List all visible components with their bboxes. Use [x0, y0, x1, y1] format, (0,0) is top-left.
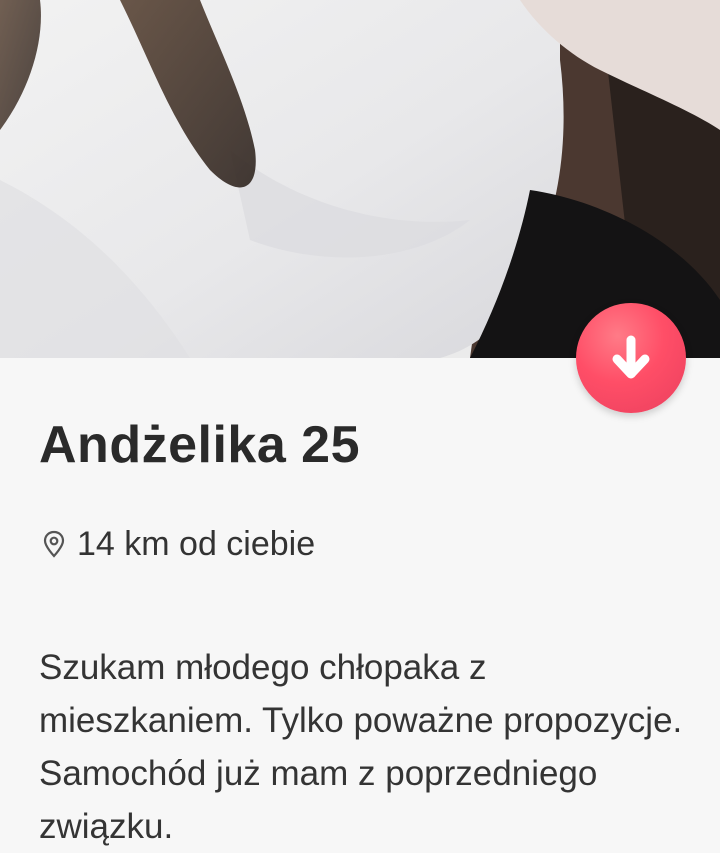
- profile-photo[interactable]: [0, 0, 720, 358]
- distance-row: 14 km od ciebie: [39, 518, 315, 570]
- profile-bio: Szukam młodego chłopaka z mieszkaniem. T…: [39, 648, 683, 846]
- arrow-down-icon: [612, 335, 650, 379]
- location-pin-icon: [43, 530, 65, 558]
- distance-text: 14 km od ciebie: [77, 525, 316, 563]
- profile-photo-image: [0, 0, 720, 358]
- profile-name-age: Andżelika 25: [39, 416, 361, 474]
- collapse-profile-button[interactable]: [576, 303, 686, 413]
- profile-card: Andżelika 25 14 km od ciebie Szukam młod…: [0, 0, 720, 853]
